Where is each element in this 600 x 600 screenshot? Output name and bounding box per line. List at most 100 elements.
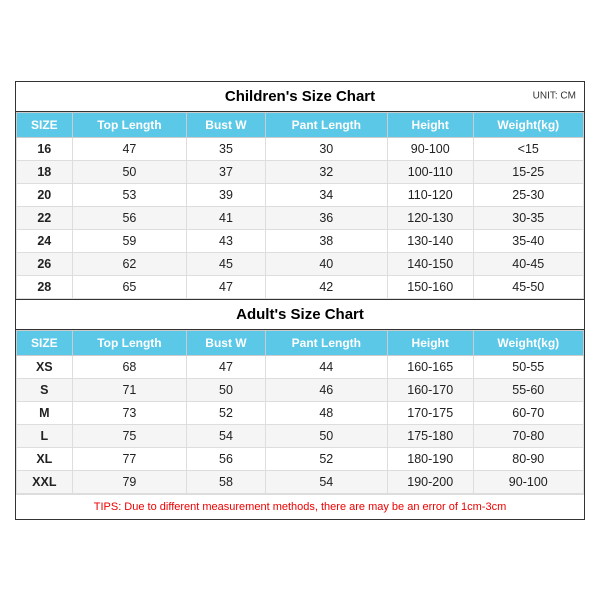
children-header-weight: Weight(kg) [473,112,583,137]
table-cell: 28 [17,275,73,298]
table-cell: XS [17,355,73,378]
table-cell: 73 [72,401,187,424]
table-cell: 22 [17,206,73,229]
table-row: 26624540140-15040-45 [17,252,584,275]
table-row: L755450175-18070-80 [17,424,584,447]
table-row: 18503732100-11015-25 [17,160,584,183]
adult-table-body: XS684744160-16550-55S715046160-17055-60M… [17,355,584,493]
children-title-text: Children's Size Chart [225,88,375,105]
table-cell: 48 [265,401,387,424]
table-cell: 180-190 [387,447,473,470]
table-cell: 56 [187,447,266,470]
table-cell: 58 [187,470,266,493]
table-cell: XL [17,447,73,470]
table-cell: L [17,424,73,447]
table-cell: 56 [72,206,187,229]
table-cell: 79 [72,470,187,493]
table-cell: 41 [187,206,266,229]
table-cell: 47 [187,275,266,298]
table-cell: 110-120 [387,183,473,206]
table-cell: 50-55 [473,355,583,378]
table-cell: 59 [72,229,187,252]
table-row: 24594338130-14035-40 [17,229,584,252]
children-header-pant-length: Pant Length [265,112,387,137]
table-cell: 70-80 [473,424,583,447]
table-cell: 39 [187,183,266,206]
table-cell: 80-90 [473,447,583,470]
table-cell: 15-25 [473,160,583,183]
table-cell: 42 [265,275,387,298]
table-cell: 24 [17,229,73,252]
table-cell: 45 [187,252,266,275]
table-cell: 130-140 [387,229,473,252]
table-cell: 30-35 [473,206,583,229]
table-cell: <15 [473,137,583,160]
table-cell: 30 [265,137,387,160]
table-cell: 47 [187,355,266,378]
table-cell: 50 [265,424,387,447]
table-row: XS684744160-16550-55 [17,355,584,378]
table-cell: 77 [72,447,187,470]
table-row: XL775652180-19080-90 [17,447,584,470]
adult-header-weight: Weight(kg) [473,330,583,355]
adult-header-height: Height [387,330,473,355]
table-cell: 55-60 [473,378,583,401]
children-header-top-length: Top Length [72,112,187,137]
table-cell: 65 [72,275,187,298]
table-cell: 90-100 [473,470,583,493]
table-cell: 25-30 [473,183,583,206]
table-cell: 44 [265,355,387,378]
table-cell: 100-110 [387,160,473,183]
children-header-bust-w: Bust W [187,112,266,137]
children-section-title: Children's Size Chart UNIT: CM [16,82,584,112]
table-cell: 160-165 [387,355,473,378]
table-cell: 175-180 [387,424,473,447]
table-row: 22564136120-13030-35 [17,206,584,229]
table-cell: 40 [265,252,387,275]
unit-label: UNIT: CM [533,91,576,102]
children-table-body: 1647353090-100<1518503732100-11015-25205… [17,137,584,298]
table-row: XXL795854190-20090-100 [17,470,584,493]
table-cell: 54 [265,470,387,493]
table-cell: 68 [72,355,187,378]
table-cell: 50 [72,160,187,183]
table-cell: 40-45 [473,252,583,275]
adult-header-top-length: Top Length [72,330,187,355]
table-cell: 45-50 [473,275,583,298]
table-cell: XXL [17,470,73,493]
table-cell: 38 [265,229,387,252]
table-cell: 47 [72,137,187,160]
table-row: 1647353090-100<15 [17,137,584,160]
table-cell: 71 [72,378,187,401]
table-cell: 35 [187,137,266,160]
table-cell: 35-40 [473,229,583,252]
table-cell: 54 [187,424,266,447]
table-cell: 18 [17,160,73,183]
children-header-size: SIZE [17,112,73,137]
table-cell: 62 [72,252,187,275]
table-cell: 190-200 [387,470,473,493]
adult-header-row: SIZE Top Length Bust W Pant Length Heigh… [17,330,584,355]
table-cell: 52 [187,401,266,424]
table-cell: 150-160 [387,275,473,298]
adult-title-text: Adult's Size Chart [236,306,364,323]
table-cell: M [17,401,73,424]
table-row: 20533934110-12025-30 [17,183,584,206]
table-cell: 53 [72,183,187,206]
table-cell: 37 [187,160,266,183]
size-chart-container: Children's Size Chart UNIT: CM SIZE Top … [15,81,585,520]
children-header-row: SIZE Top Length Bust W Pant Length Heigh… [17,112,584,137]
table-cell: 43 [187,229,266,252]
table-cell: 16 [17,137,73,160]
adult-header-pant-length: Pant Length [265,330,387,355]
children-table: SIZE Top Length Bust W Pant Length Heigh… [16,112,584,299]
tips-text: TIPS: Due to different measurement metho… [16,494,584,519]
table-cell: 26 [17,252,73,275]
table-cell: 60-70 [473,401,583,424]
adult-header-size: SIZE [17,330,73,355]
table-cell: 46 [265,378,387,401]
table-cell: 36 [265,206,387,229]
table-cell: 90-100 [387,137,473,160]
table-cell: S [17,378,73,401]
table-cell: 120-130 [387,206,473,229]
